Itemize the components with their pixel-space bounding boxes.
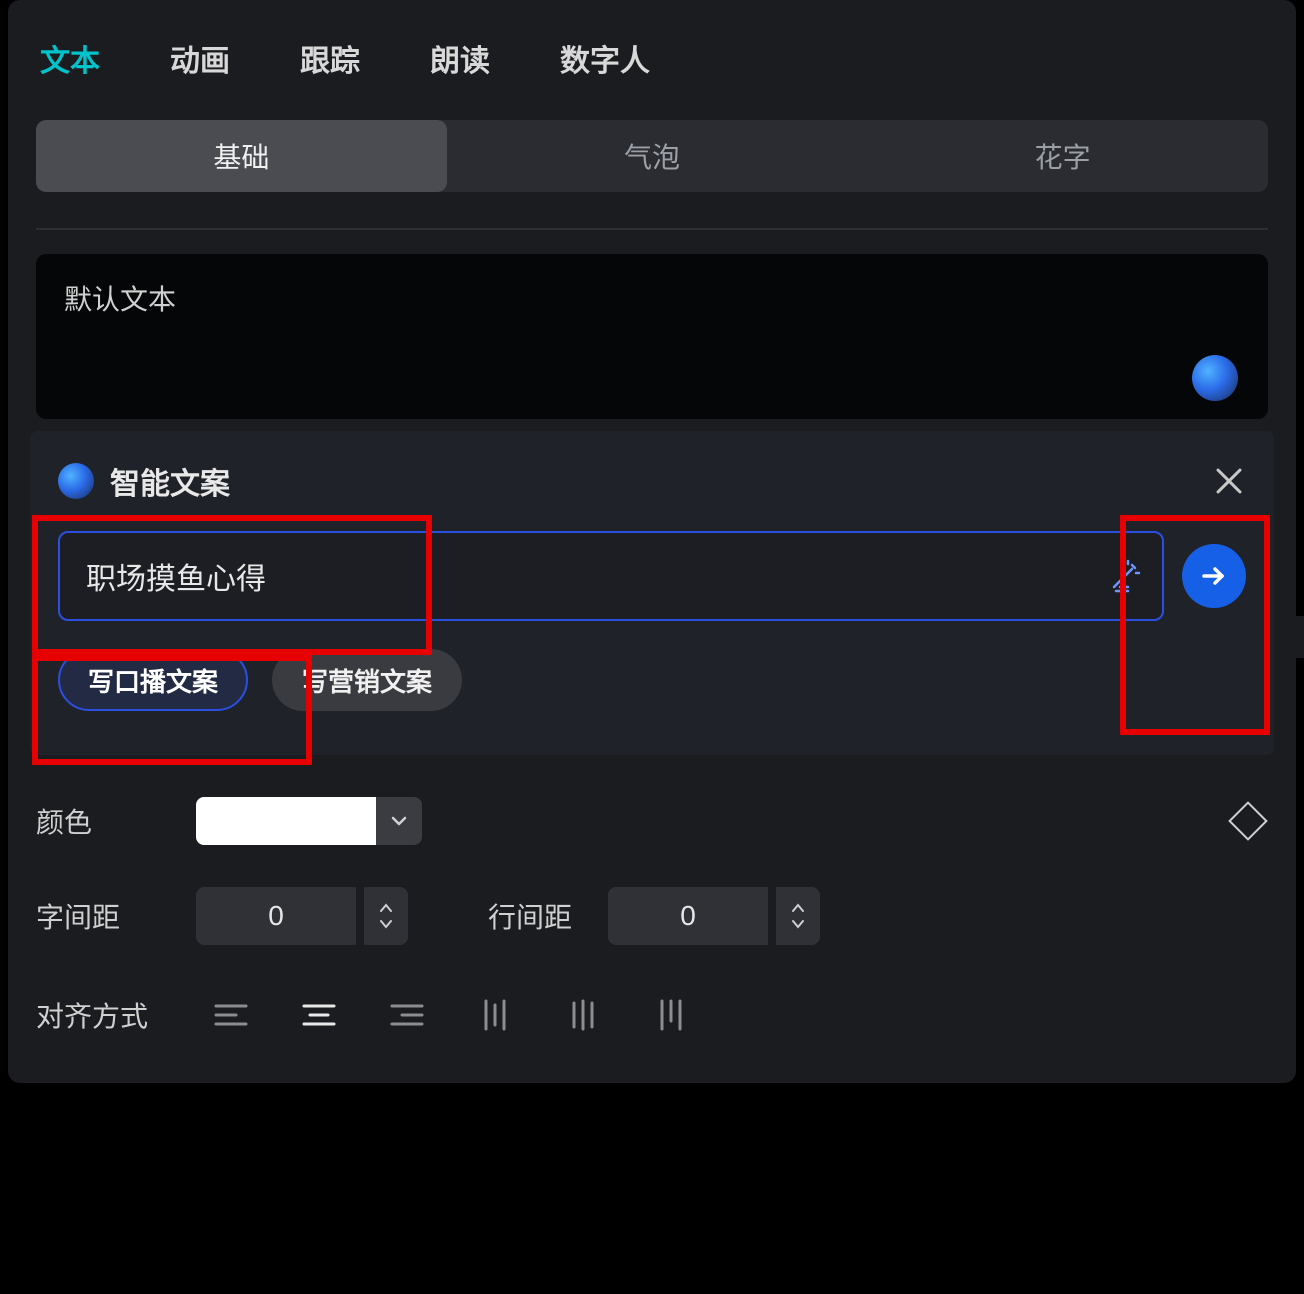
align-vertical-left-button[interactable] — [460, 987, 530, 1043]
chevron-up-icon — [791, 903, 805, 913]
chevron-up-icon — [379, 903, 393, 913]
alignment-row: 对齐方式 — [36, 987, 1268, 1043]
ai-copy-panel: 智能文案 — [30, 431, 1274, 755]
tab-text[interactable]: 文本 — [40, 36, 100, 80]
align-center-button[interactable] — [284, 987, 354, 1043]
alignment-label: 对齐方式 — [36, 995, 196, 1035]
divider — [36, 228, 1268, 230]
letter-spacing-input[interactable]: 0 — [196, 887, 356, 945]
tab-animation[interactable]: 动画 — [170, 36, 230, 80]
ai-orb-icon[interactable] — [1192, 355, 1238, 401]
subtab-bubble[interactable]: 气泡 — [447, 120, 858, 192]
ai-orb-small-icon — [58, 463, 94, 499]
submit-button[interactable] — [1182, 544, 1246, 608]
chip-marketing-copy[interactable]: 写营销文案 — [272, 649, 462, 711]
line-spacing-stepper[interactable] — [776, 887, 820, 945]
align-vertical-left-icon — [480, 999, 510, 1031]
magic-wand-icon[interactable] — [1108, 559, 1142, 593]
color-swatch[interactable] — [196, 797, 376, 845]
ai-input-wrap — [58, 531, 1164, 621]
sub-tabs: 基础 气泡 花字 — [36, 120, 1268, 192]
color-row: 颜色 — [36, 797, 1268, 845]
top-tabs: 文本 动画 跟踪 朗读 数字人 — [8, 0, 1296, 112]
color-dropdown[interactable] — [376, 797, 422, 845]
ai-prompt-input[interactable] — [86, 559, 1092, 593]
line-spacing-label: 行间距 — [488, 896, 608, 936]
arrow-right-icon — [1200, 562, 1228, 590]
align-vertical-right-button[interactable] — [636, 987, 706, 1043]
text-box-content: 默认文本 — [64, 278, 1240, 318]
align-right-icon — [390, 1001, 424, 1029]
line-spacing-input[interactable]: 0 — [608, 887, 768, 945]
chevron-down-icon — [791, 919, 805, 929]
align-vertical-center-button[interactable] — [548, 987, 618, 1043]
tab-read-aloud[interactable]: 朗读 — [430, 36, 490, 80]
close-icon[interactable] — [1212, 464, 1246, 498]
align-left-icon — [214, 1001, 248, 1029]
chevron-down-icon — [390, 812, 408, 830]
letter-spacing-stepper[interactable] — [364, 887, 408, 945]
align-vertical-center-icon — [568, 999, 598, 1031]
spacing-row: 字间距 0 行间距 0 — [36, 887, 1268, 945]
letter-spacing-label: 字间距 — [36, 896, 196, 936]
ai-panel-title: 智能文案 — [110, 459, 230, 503]
subtab-styled[interactable]: 花字 — [857, 120, 1268, 192]
chevron-down-icon — [379, 919, 393, 929]
color-label: 颜色 — [36, 801, 196, 841]
chip-broadcast-copy[interactable]: 写口播文案 — [58, 649, 248, 711]
align-vertical-right-icon — [656, 999, 686, 1031]
subtab-basic[interactable]: 基础 — [36, 120, 447, 192]
keyframe-diamond-icon[interactable] — [1228, 801, 1268, 841]
edge-handle-icon — [1292, 616, 1304, 658]
tab-tracking[interactable]: 跟踪 — [300, 36, 360, 80]
align-right-button[interactable] — [372, 987, 442, 1043]
tab-digital-human[interactable]: 数字人 — [560, 36, 650, 80]
default-text-box[interactable]: 默认文本 — [36, 254, 1268, 419]
align-center-icon — [302, 1001, 336, 1029]
align-left-button[interactable] — [196, 987, 266, 1043]
